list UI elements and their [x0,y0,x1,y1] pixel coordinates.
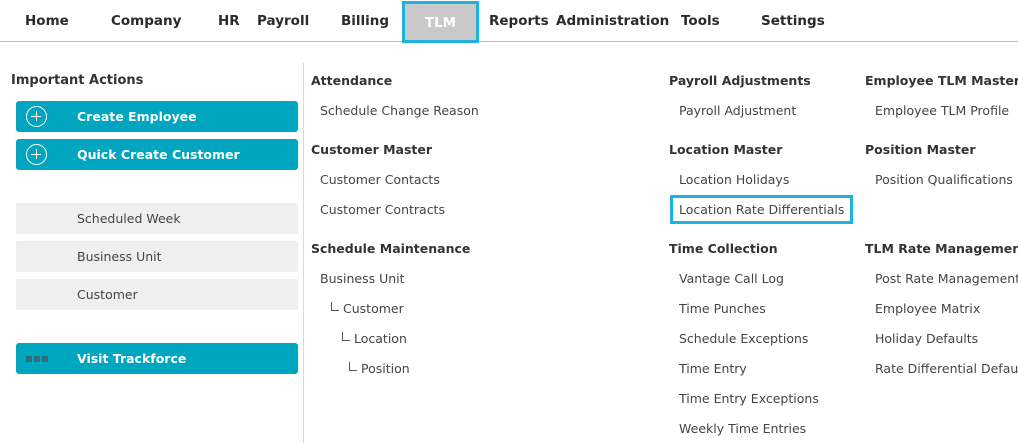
link-customer[interactable]: Customer [331,301,404,316]
create-employee-label: Create Employee [77,109,197,124]
tree-branch-icon [331,302,339,311]
link-holiday-defaults[interactable]: Holiday Defaults [875,331,978,346]
visit-trackforce-label: Visit Trackforce [77,351,187,366]
employee-tlm-master-heading: Employee TLM Master [865,73,1018,88]
nav-payroll[interactable]: Payroll [257,0,309,42]
time-collection-heading: Time Collection [669,241,778,256]
link-rate-differential-default[interactable]: Rate Differential Default [875,361,1018,376]
nav-tlm[interactable]: TLM [402,1,479,43]
link-location-rate-differentials[interactable]: Location Rate Differentials [670,195,854,224]
link-location[interactable]: Location [342,331,407,346]
quick-create-customer-button[interactable]: Quick Create Customer [16,139,298,170]
top-navigation: Home Company HR Payroll Billing TLM Repo… [0,0,1018,43]
link-location-label: Location [354,331,407,346]
link-employee-matrix[interactable]: Employee Matrix [875,301,980,316]
shortcut-business-unit[interactable]: Business Unit [16,241,298,272]
link-time-punches[interactable]: Time Punches [679,301,766,316]
plus-circle-icon [26,144,47,165]
visit-trackforce-button[interactable]: Visit Trackforce [16,343,298,374]
customer-master-heading: Customer Master [311,142,433,157]
attendance-heading: Attendance [311,73,393,88]
trackforce-logo-icon [26,356,52,362]
nav-home[interactable]: Home [25,0,69,42]
nav-administration[interactable]: Administration [556,0,669,42]
shortcut-label: Scheduled Week [77,211,181,226]
shortcut-scheduled-week[interactable]: Scheduled Week [16,203,298,234]
payroll-adjustments-heading: Payroll Adjustments [669,73,811,88]
link-time-entry[interactable]: Time Entry [679,361,747,376]
link-customer-contracts[interactable]: Customer Contracts [320,202,445,217]
link-time-entry-exceptions[interactable]: Time Entry Exceptions [679,391,819,406]
tree-branch-icon [342,332,350,341]
link-position[interactable]: Position [349,361,410,376]
link-customer-label: Customer [343,301,404,316]
link-post-rate-management[interactable]: Post Rate Management [875,271,1018,286]
link-schedule-exceptions[interactable]: Schedule Exceptions [679,331,808,346]
quick-create-customer-label: Quick Create Customer [77,147,240,162]
nav-company[interactable]: Company [111,0,181,42]
important-actions-title: Important Actions [11,73,144,88]
link-customer-contacts[interactable]: Customer Contacts [320,172,440,187]
link-position-label: Position [361,361,410,376]
nav-billing[interactable]: Billing [341,0,389,42]
nav-tools[interactable]: Tools [681,0,720,42]
plus-circle-icon [26,106,47,127]
tlm-rate-management-heading: TLM Rate Management [865,241,1018,256]
link-location-holidays[interactable]: Location Holidays [679,172,789,187]
link-payroll-adjustment[interactable]: Payroll Adjustment [679,103,796,118]
nav-settings[interactable]: Settings [761,0,825,42]
link-vantage-call-log[interactable]: Vantage Call Log [679,271,784,286]
nav-reports[interactable]: Reports [489,0,549,42]
position-master-heading: Position Master [865,142,976,157]
shortcut-customer[interactable]: Customer [16,279,298,310]
link-schedule-change-reason[interactable]: Schedule Change Reason [320,103,479,118]
schedule-maintenance-heading: Schedule Maintenance [311,241,471,256]
nav-hr[interactable]: HR [218,0,240,42]
location-master-heading: Location Master [669,142,783,157]
link-weekly-time-entries[interactable]: Weekly Time Entries [679,421,806,436]
link-business-unit[interactable]: Business Unit [320,271,405,286]
shortcut-label: Customer [77,287,138,302]
tree-branch-icon [349,362,357,371]
create-employee-button[interactable]: Create Employee [16,101,298,132]
link-position-qualifications[interactable]: Position Qualifications [875,172,1013,187]
sidebar-divider [303,63,304,443]
link-employee-tlm-profile[interactable]: Employee TLM Profile [875,103,1009,118]
shortcut-label: Business Unit [77,249,162,264]
